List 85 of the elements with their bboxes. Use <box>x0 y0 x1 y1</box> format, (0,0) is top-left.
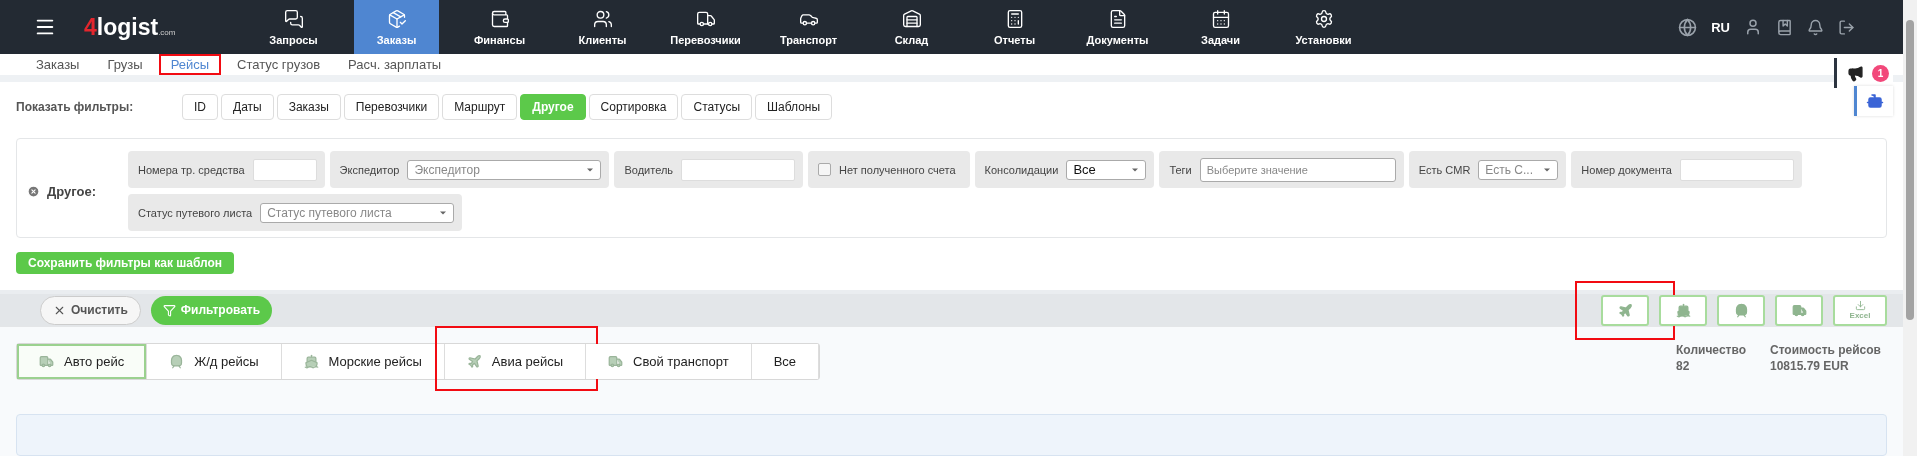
robot-icon <box>1866 92 1884 110</box>
nav-item[interactable]: Отчеты <box>972 0 1057 54</box>
scrollbar[interactable] <box>1903 0 1917 456</box>
filter-tab[interactable]: Статусы <box>681 94 753 120</box>
text-field[interactable] <box>252 158 317 181</box>
sub-tab[interactable]: Грузы <box>95 54 155 75</box>
filter-tab[interactable]: Даты <box>221 94 274 120</box>
nav-item[interactable]: Клиенты <box>560 0 645 54</box>
close-icon[interactable] <box>27 184 40 198</box>
nav-item[interactable]: Транспорт <box>766 0 851 54</box>
package-check-icon <box>386 8 407 29</box>
summary-value: 82 <box>1676 359 1691 373</box>
filter-icon <box>162 303 176 317</box>
sub-tab[interactable]: Рейсы <box>158 54 222 75</box>
logo: 4logist.com <box>84 13 177 41</box>
field-label: Водитель <box>624 163 674 176</box>
export-button[interactable] <box>1601 294 1649 326</box>
users-icon <box>592 8 613 29</box>
train-icon <box>1733 302 1749 318</box>
summary-label: Количество <box>1676 343 1746 357</box>
text-field[interactable] <box>681 158 796 181</box>
export-button[interactable] <box>1775 294 1823 326</box>
tags-field[interactable]: Выберите значение <box>1199 157 1396 182</box>
clear-button[interactable]: Очистить <box>40 295 141 325</box>
select-field[interactable]: Экспедитор <box>407 159 602 180</box>
filters-label: Показать фильтры: <box>16 100 135 114</box>
calendar-icon <box>1210 8 1231 29</box>
filter-tab[interactable]: Маршрут <box>442 94 518 120</box>
field-label: Есть CMR <box>1418 163 1471 176</box>
truck-icon <box>608 354 624 369</box>
field-label: Номер документа <box>1581 163 1672 176</box>
export-button[interactable] <box>1659 294 1707 326</box>
nav-item[interactable]: Заказы <box>354 0 439 54</box>
checkbox[interactable] <box>818 163 832 176</box>
language-label[interactable]: RU <box>1711 19 1730 35</box>
bookmark-book-icon[interactable] <box>1776 18 1793 36</box>
select-field[interactable]: Все <box>1066 159 1147 180</box>
globe-icon[interactable] <box>1678 17 1698 37</box>
user-icon[interactable] <box>1744 18 1762 36</box>
download-icon <box>1854 300 1866 311</box>
bell-icon[interactable] <box>1807 18 1824 36</box>
truck-icon <box>39 354 54 369</box>
field-label: Экспедитор <box>339 163 400 176</box>
filter-tab[interactable]: Сортировка <box>588 94 679 120</box>
field-label: Нет полученного счета <box>839 163 956 176</box>
nav-item[interactable]: Задачи <box>1178 0 1263 54</box>
field-label: Номера тр. средства <box>138 163 245 176</box>
filter-tab[interactable]: ID <box>182 94 218 120</box>
field-label: Теги <box>1169 163 1192 176</box>
settings-icon <box>1313 8 1334 29</box>
summary-value: 10815.79 EUR <box>1770 359 1850 373</box>
train-icon <box>169 354 185 369</box>
select-field[interactable]: Есть С... <box>1478 159 1559 180</box>
filter-tab[interactable]: Шаблоны <box>755 94 833 120</box>
summary-label: Стоимость рейсов <box>1770 343 1881 357</box>
chat-bubbles-icon <box>283 8 304 29</box>
nav-item[interactable]: Документы <box>1075 0 1160 54</box>
field-label: Статус путевого листа <box>138 206 253 219</box>
nav-item[interactable]: Перевозчики <box>663 0 748 54</box>
nav-item[interactable]: Финансы <box>457 0 542 54</box>
text-field[interactable] <box>1679 158 1794 181</box>
nav-item[interactable]: Запросы <box>251 0 336 54</box>
sub-tab[interactable]: Статус грузов <box>225 54 333 75</box>
count-badge: 1 <box>1872 64 1889 82</box>
field-label: Консолидации <box>984 163 1059 176</box>
warehouse-icon <box>901 8 922 29</box>
trip-tab[interactable]: Авто рейс <box>17 344 148 379</box>
logout-icon[interactable] <box>1838 18 1855 36</box>
panel-title: Другое: <box>47 183 96 199</box>
sub-tab[interactable]: Заказы <box>24 54 92 75</box>
plane-icon <box>1617 302 1633 318</box>
select-field[interactable]: Статус путевого листа <box>260 202 455 223</box>
ship-icon <box>1675 302 1691 318</box>
wallet-icon <box>489 8 510 29</box>
plane-icon <box>466 354 482 369</box>
megaphone-icon <box>1847 64 1864 82</box>
announcement-panel[interactable]: 1 <box>1834 58 1893 88</box>
sub-tab[interactable]: Расч. зарплаты <box>336 54 454 75</box>
export-button[interactable] <box>1717 294 1765 326</box>
nav-item[interactable]: Склад <box>869 0 954 54</box>
filter-tab[interactable]: Перевозчики <box>343 94 440 120</box>
nav-item[interactable]: Установки <box>1281 0 1366 54</box>
filter-tab[interactable]: Заказы <box>276 94 341 120</box>
truck-icon <box>1791 302 1807 318</box>
ship-icon <box>303 354 319 369</box>
